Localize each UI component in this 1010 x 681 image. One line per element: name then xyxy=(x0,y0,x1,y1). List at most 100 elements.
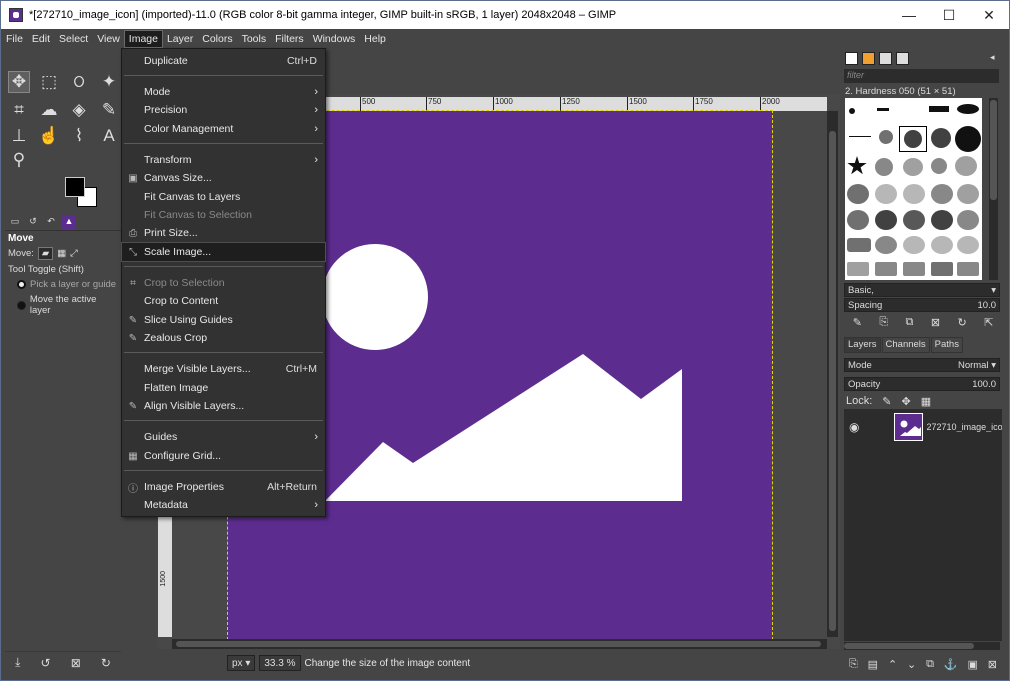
menu-item-merge-visible-layers[interactable]: Merge Visible Layers...Ctrl+M xyxy=(122,360,325,378)
minimize-button[interactable]: — xyxy=(889,7,929,23)
menu-help[interactable]: Help xyxy=(360,31,390,47)
menu-layer[interactable]: Layer xyxy=(163,31,197,47)
menu-item-scale-image[interactable]: ⤡Scale Image... xyxy=(122,243,325,261)
anchor-layer-icon[interactable]: ⚓ xyxy=(944,658,958,671)
selected-brush[interactable] xyxy=(899,126,927,152)
rect-select-icon[interactable]: ⬚ xyxy=(38,71,60,93)
menu-view[interactable]: View xyxy=(93,31,124,47)
menu-item-fit-canvas-to-layers[interactable]: Fit Canvas to Layers xyxy=(122,188,325,206)
tab-paths[interactable]: Paths xyxy=(931,337,963,353)
layers-scrollbar[interactable] xyxy=(844,642,1000,650)
document-history-tab-icon[interactable] xyxy=(896,52,909,65)
bucket-fill-icon[interactable]: ◈ xyxy=(68,99,90,121)
visibility-eye-icon[interactable]: ◉ xyxy=(844,420,864,434)
move-active-layer-radio[interactable] xyxy=(17,301,26,310)
menu-item-mode[interactable]: Mode› xyxy=(122,83,325,101)
fg-bg-colors[interactable] xyxy=(65,177,101,209)
images-tab-icon[interactable]: ▲ xyxy=(62,216,76,229)
dock-menu-icon[interactable]: ◂ xyxy=(990,52,995,63)
menu-file[interactable]: File xyxy=(2,31,27,47)
brush-preset-select[interactable]: Basic,▾ xyxy=(844,283,1000,297)
tab-channels[interactable]: Channels xyxy=(882,337,930,353)
close-button[interactable]: ✕ xyxy=(969,7,1009,24)
warp-transform-icon[interactable]: ☁ xyxy=(38,99,60,121)
unit-select[interactable]: px ▾ xyxy=(227,655,255,671)
paths-tool-icon[interactable]: ⌇ xyxy=(68,125,90,147)
maximize-button[interactable]: ☐ xyxy=(929,7,969,24)
menu-item-print-size[interactable]: ⎙Print Size... xyxy=(122,224,325,242)
new-layer-group-icon[interactable]: ▤ xyxy=(868,658,878,671)
text-tool-icon[interactable]: A xyxy=(98,125,120,147)
menu-item-color-management[interactable]: Color Management› xyxy=(122,120,325,138)
menu-item-crop-to-content[interactable]: Crop to Content xyxy=(122,292,325,310)
fuzzy-select-icon[interactable]: ✦ xyxy=(98,71,120,93)
menu-item-image-properties[interactable]: ⓘImage PropertiesAlt+Return xyxy=(122,478,325,496)
brushes-tab-icon[interactable] xyxy=(845,52,858,65)
lower-layer-icon[interactable]: ⌄ xyxy=(907,658,916,671)
move-layer-mode-icon[interactable]: ▰ xyxy=(38,247,53,260)
device-status-tab-icon[interactable]: ↺ xyxy=(26,216,40,229)
move-tool-icon[interactable]: ✥ xyxy=(8,71,30,93)
menu-item-flatten-image[interactable]: Flatten Image xyxy=(122,379,325,397)
menu-item-guides[interactable]: Guides› xyxy=(122,428,325,446)
menu-item-metadata[interactable]: Metadata› xyxy=(122,496,325,514)
menu-item-precision[interactable]: Precision› xyxy=(122,101,325,119)
menu-tools[interactable]: Tools xyxy=(238,31,271,47)
menu-image[interactable]: Image xyxy=(125,31,162,47)
spacing-slider[interactable]: Spacing10.0 xyxy=(844,298,1000,312)
opacity-slider[interactable]: Opacity100.0 xyxy=(844,377,1000,391)
menu-filters[interactable]: Filters xyxy=(271,31,308,47)
new-layer-icon[interactable]: ⎘ xyxy=(849,658,858,671)
lock-pixels-icon[interactable]: ✎ xyxy=(882,395,891,408)
menu-select[interactable]: Select xyxy=(55,31,92,47)
tool-options-tab-icon[interactable]: ▭ xyxy=(8,216,22,229)
edit-brush-icon[interactable]: ✎ xyxy=(853,316,862,329)
mask-layer-icon[interactable]: ▣ xyxy=(968,658,978,671)
menu-item-zealous-crop[interactable]: ✎Zealous Crop xyxy=(122,329,325,347)
menu-item-slice-using-guides[interactable]: ✎Slice Using Guides xyxy=(122,311,325,329)
pick-layer-option[interactable]: Pick a layer or guide xyxy=(5,277,121,292)
layer-name[interactable]: 272710_image_icon xyxy=(927,422,1002,432)
menu-item-duplicate[interactable]: DuplicateCtrl+D xyxy=(122,52,325,70)
refresh-brushes-icon[interactable]: ↻ xyxy=(957,316,966,329)
move-selection-mode-icon[interactable]: ▦ xyxy=(57,248,66,259)
smudge-tool-icon[interactable]: ☝ xyxy=(38,125,60,147)
patterns-tab-icon[interactable] xyxy=(862,52,875,65)
clone-tool-icon[interactable]: ⊥ xyxy=(8,125,30,147)
save-options-icon[interactable]: ⤓ xyxy=(15,655,20,670)
move-active-layer-option[interactable]: Move the active layer xyxy=(5,292,121,318)
menu-item-configure-grid[interactable]: ▦Configure Grid... xyxy=(122,447,325,465)
lock-alpha-icon[interactable]: ▦ xyxy=(921,395,931,408)
restore-options-icon[interactable]: ↺ xyxy=(41,656,51,670)
zoom-select[interactable]: 33.3 % xyxy=(259,655,300,671)
menu-item-align-visible-layers[interactable]: ✎Align Visible Layers... xyxy=(122,397,325,415)
brush-grid[interactable] xyxy=(845,98,982,280)
duplicate-layer-icon[interactable]: ⧉ xyxy=(926,658,934,671)
canvas-horizontal-scrollbar[interactable] xyxy=(172,639,827,649)
layer-mode-select[interactable]: ModeNormal ▾ xyxy=(844,358,1000,372)
delete-brush-icon[interactable]: ⊠ xyxy=(931,316,940,329)
layer-row[interactable]: ◉ 272710_image_icon xyxy=(844,411,1002,443)
new-brush-icon[interactable]: ⎘ xyxy=(879,316,888,329)
delete-options-icon[interactable]: ⊠ xyxy=(71,656,81,670)
menu-windows[interactable]: Windows xyxy=(309,31,360,47)
delete-layer-icon[interactable]: ⊠ xyxy=(988,658,997,671)
brush-filter-input[interactable]: filter xyxy=(844,69,999,83)
zoom-tool-icon[interactable]: ⚲ xyxy=(8,149,30,171)
crop-tool-icon[interactable]: ⌗ xyxy=(8,99,30,121)
reset-options-icon[interactable]: ↻ xyxy=(101,656,111,670)
brush-scrollbar[interactable] xyxy=(989,98,998,280)
canvas-vertical-scrollbar[interactable] xyxy=(827,111,838,637)
duplicate-brush-icon[interactable]: ⧉ xyxy=(906,316,914,329)
pick-layer-radio[interactable] xyxy=(17,280,26,289)
move-path-mode-icon[interactable]: ⤢ xyxy=(70,248,78,259)
raise-layer-icon[interactable]: ⌃ xyxy=(888,658,897,671)
foreground-color-swatch[interactable] xyxy=(65,177,85,197)
tab-layers[interactable]: Layers xyxy=(844,337,881,353)
fonts-tab-icon[interactable] xyxy=(879,52,892,65)
menu-colors[interactable]: Colors xyxy=(198,31,236,47)
lock-position-icon[interactable]: ✥ xyxy=(902,395,911,408)
menu-item-transform[interactable]: Transform› xyxy=(122,151,325,169)
paintbrush-icon[interactable]: ✎ xyxy=(98,99,120,121)
lasso-icon[interactable]: ଠ xyxy=(68,71,90,93)
